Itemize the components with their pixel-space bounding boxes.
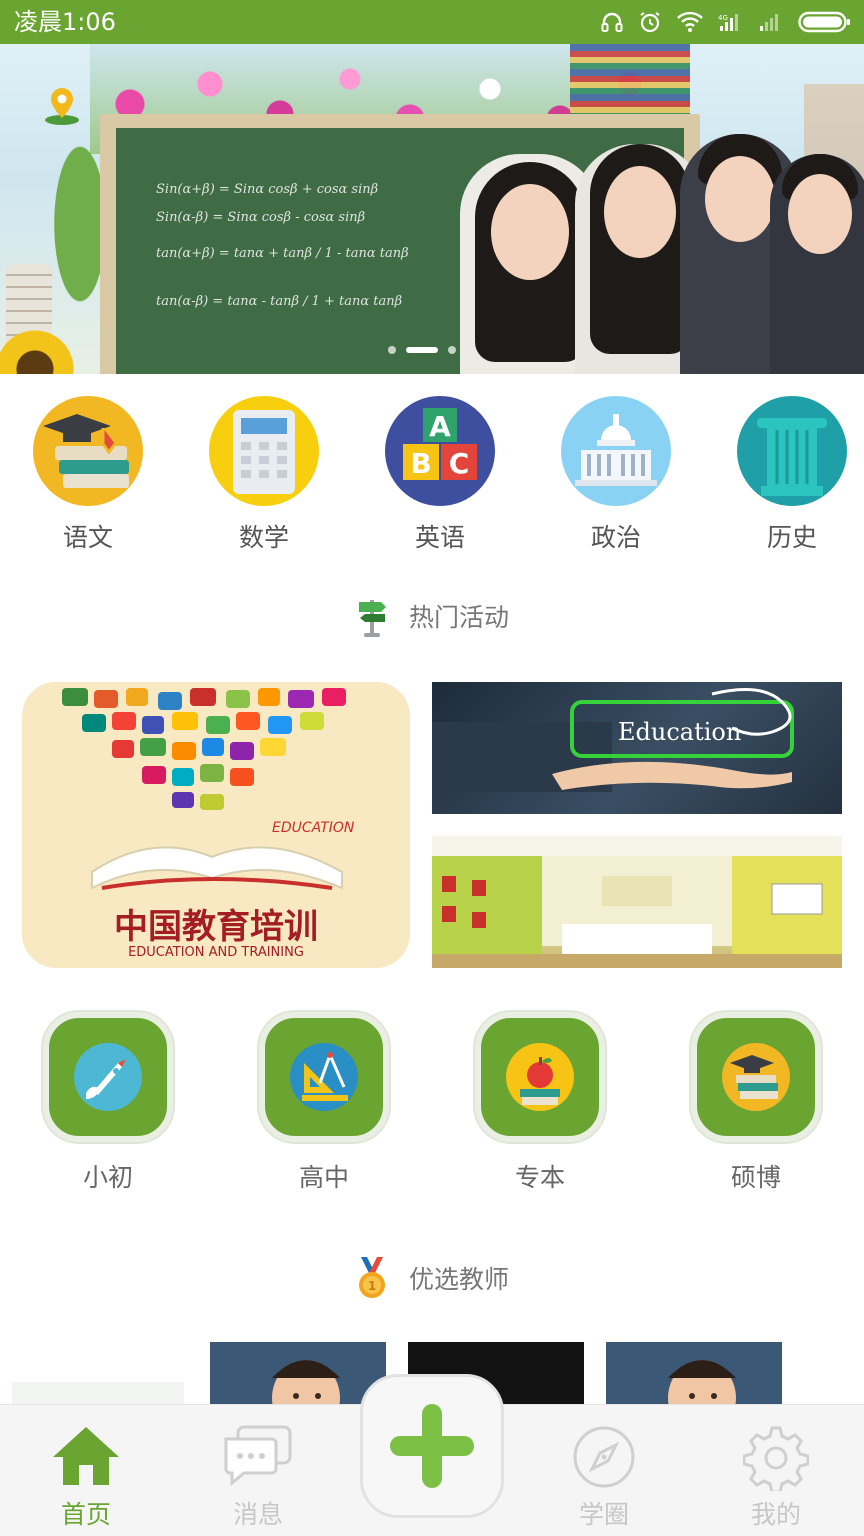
- signpost-icon: [358, 600, 386, 637]
- compass-icon: [573, 1426, 635, 1488]
- subject-politics[interactable]: 政治: [546, 396, 686, 554]
- level-button[interactable]: [475, 1012, 605, 1142]
- svg-text:C: C: [449, 447, 470, 480]
- education-icons-cloud: [62, 688, 346, 810]
- abc-blocks-icon: A B C: [385, 396, 495, 506]
- signal-icon-2: [760, 14, 778, 31]
- alarm-icon: [640, 12, 660, 33]
- section-title-text: 优选教师: [408, 1265, 509, 1294]
- level-college[interactable]: 专本: [470, 1012, 610, 1194]
- top-card-word: Education: [618, 718, 741, 746]
- nav-label: 学圈: [578, 1500, 629, 1529]
- status-time: 凌晨1:06: [14, 8, 116, 36]
- nav-label: 首页: [60, 1500, 111, 1529]
- nav-circle[interactable]: 学圈: [544, 1405, 664, 1536]
- level-primary[interactable]: 小初: [38, 1012, 178, 1194]
- subject-label: 政治: [590, 523, 641, 552]
- level-label: 硕博: [730, 1163, 781, 1192]
- svg-text:1: 1: [368, 1279, 376, 1293]
- level-graduate[interactable]: 硕博: [686, 1012, 826, 1194]
- main-card-subtitle: EDUCATION AND TRAINING: [128, 945, 304, 960]
- subject-chinese[interactable]: 语文: [18, 396, 158, 554]
- wifi-icon: [677, 11, 703, 32]
- level-button[interactable]: [43, 1012, 173, 1142]
- rocket-icon: [74, 1043, 142, 1111]
- level-label: 高中: [298, 1163, 349, 1192]
- hot-activity-card-classroom[interactable]: [432, 836, 842, 968]
- section-title-teachers: 1 优选教师: [0, 1257, 864, 1298]
- student-figure: [770, 154, 864, 374]
- main-card-word: EDUCATION: [272, 820, 355, 836]
- medal-icon: 1: [358, 1257, 385, 1298]
- nav-messages[interactable]: 消息: [198, 1405, 318, 1536]
- add-button[interactable]: [360, 1374, 504, 1518]
- app-screen: 凌晨1:06 4G Sin(α+β) = Sinα cosβ + cosα si…: [0, 0, 864, 1536]
- level-label: 专本: [514, 1163, 565, 1192]
- gear-icon: [743, 1426, 809, 1491]
- level-row: 小初 高中 专本 硕博: [0, 1012, 864, 1202]
- banner-students: [440, 114, 864, 374]
- capitol-building-icon: [561, 396, 671, 506]
- banner-carousel[interactable]: Sin(α+β) = Sinα cosβ + cosα sinβ Sin(α-β…: [0, 44, 864, 374]
- carousel-dot[interactable]: [388, 346, 396, 354]
- hot-activity-card-education[interactable]: Education: [432, 682, 842, 814]
- level-label: 小初: [82, 1163, 133, 1192]
- battery-icon: [798, 11, 850, 33]
- status-icons: 4G: [600, 8, 852, 36]
- graduation-books-icon: [33, 396, 143, 506]
- nav-home[interactable]: 首页: [26, 1405, 146, 1536]
- graduation-books-icon: [722, 1043, 790, 1111]
- carousel-dot[interactable]: [448, 346, 456, 354]
- apple-books-icon: [506, 1043, 574, 1111]
- level-highschool[interactable]: 高中: [254, 1012, 394, 1194]
- subject-label: 数学: [238, 523, 289, 552]
- nav-me[interactable]: 我的: [716, 1405, 836, 1536]
- chat-icon: [224, 1425, 292, 1487]
- nav-label: 消息: [232, 1500, 283, 1529]
- subject-row: 语文 数学 A B C 英语 政治 历史: [0, 396, 864, 566]
- subject-label: 英语: [414, 523, 465, 552]
- subject-math[interactable]: 数学: [194, 396, 334, 554]
- plus-icon: [390, 1404, 474, 1488]
- nav-label: 我的: [750, 1500, 801, 1529]
- teacher-card[interactable]: [606, 1342, 782, 1412]
- signal-icon: 4G: [718, 14, 738, 31]
- chalk-line-2: Sin(α-β) = Sinα cosβ - cosα sinβ: [156, 210, 366, 225]
- home-icon: [53, 1427, 119, 1485]
- section-title-hot: 热门活动: [0, 596, 864, 637]
- chalk-line-1: Sin(α+β) = Sinα cosβ + cosα sinβ: [156, 182, 379, 197]
- teacher-card[interactable]: [210, 1342, 386, 1412]
- subject-label: 历史: [766, 523, 817, 552]
- svg-text:A: A: [429, 410, 451, 443]
- carousel-indicator: [388, 346, 456, 354]
- section-title-text: 热门活动: [408, 603, 509, 632]
- chalk-line-3: tan(α+β) = tanα + tanβ / 1 - tanα tanβ: [156, 246, 409, 261]
- svg-text:B: B: [410, 447, 431, 480]
- subject-english[interactable]: A B C 英语: [370, 396, 510, 554]
- chalk-line-4: tan(α-β) = tanα - tanβ / 1 + tanα tanβ: [156, 294, 403, 309]
- status-bar: 凌晨1:06 4G: [0, 0, 864, 44]
- main-card-title: 中国教育培训: [114, 907, 318, 947]
- level-button[interactable]: [691, 1012, 821, 1142]
- carousel-dot-active[interactable]: [406, 347, 438, 353]
- level-button[interactable]: [259, 1012, 389, 1142]
- hot-activity-card-main[interactable]: EDUCATION 中国教育培训 EDUCATION AND TRAINING: [22, 682, 410, 968]
- location-pin-icon[interactable]: [44, 86, 80, 126]
- banner-books: [570, 44, 690, 114]
- headphones-icon: [601, 12, 623, 32]
- ruler-compass-icon: [290, 1043, 358, 1111]
- column-icon: [737, 396, 847, 506]
- subject-history[interactable]: 历史: [722, 396, 862, 554]
- subject-label: 语文: [62, 523, 113, 552]
- svg-text:4G: 4G: [718, 14, 728, 22]
- calculator-icon: [209, 396, 319, 506]
